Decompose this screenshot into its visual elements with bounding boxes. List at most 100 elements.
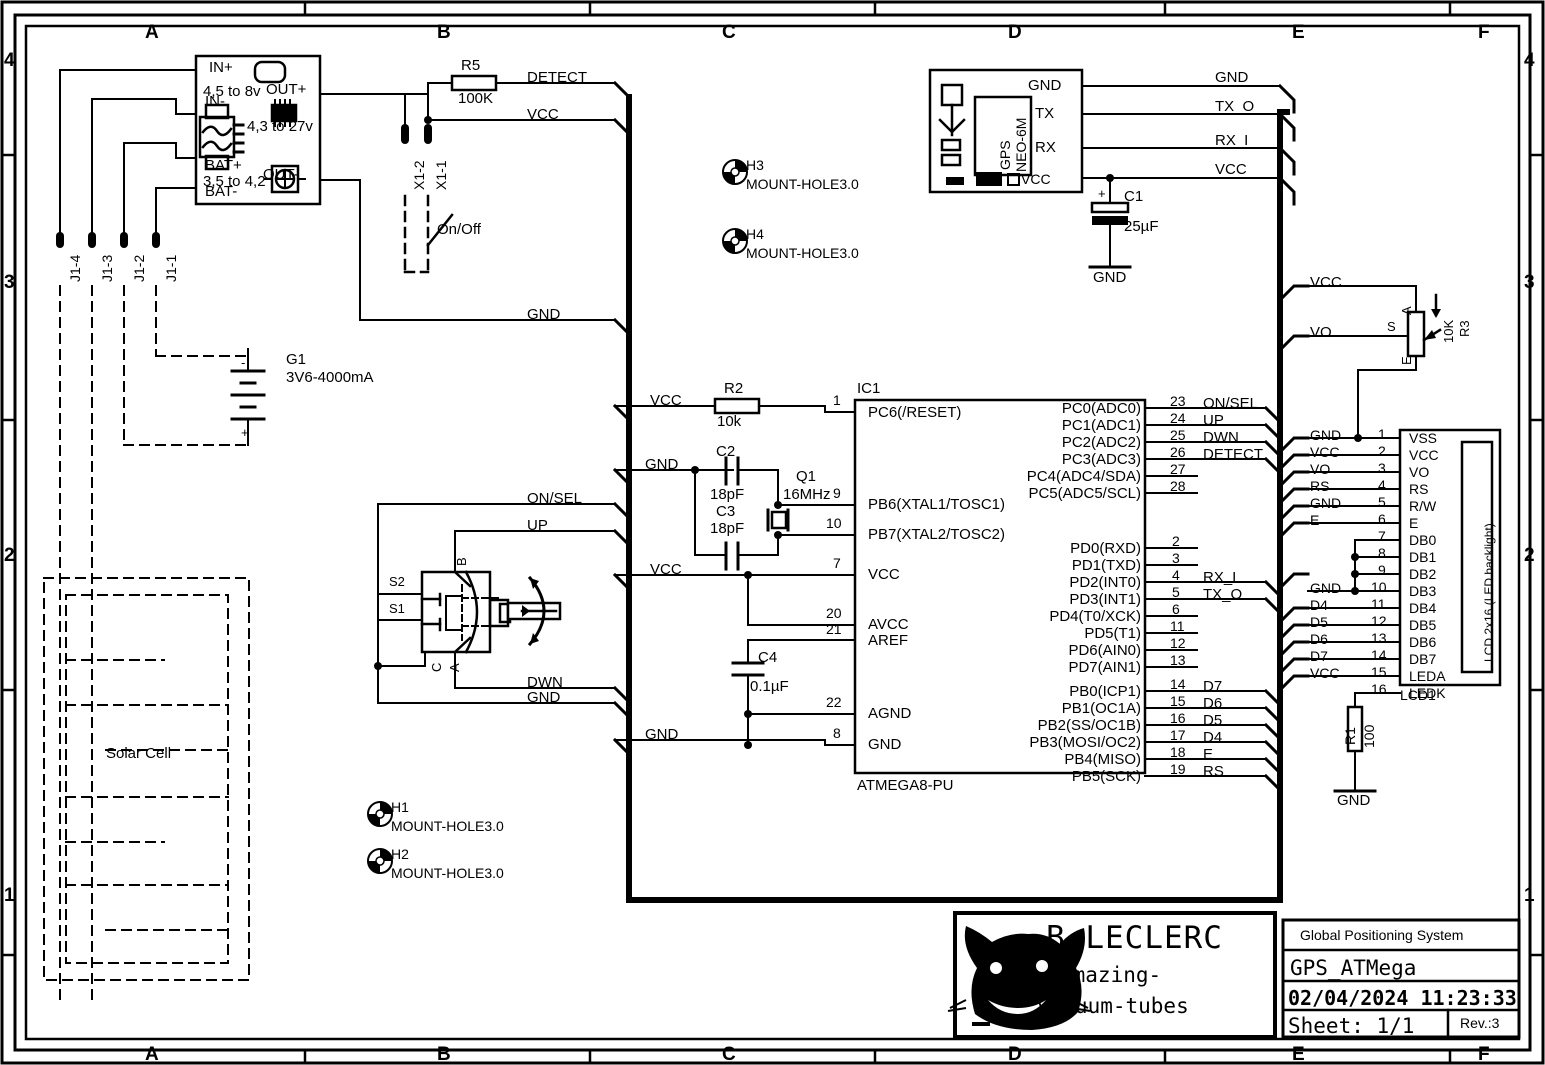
gps-name-line2: NEO-6M: [1013, 117, 1029, 172]
lcd-pin-name-db5: DB5: [1409, 617, 1437, 633]
net-label-gnd-ic: GND: [645, 726, 679, 743]
net-label-vo-pot: VO: [1310, 324, 1332, 341]
lcd-net-15: VCC: [1310, 665, 1340, 681]
lcd-net-12: D5: [1310, 614, 1328, 630]
capacitor-c1-polarity: +: [1098, 186, 1106, 201]
frame-row-4-right: 4: [1524, 50, 1535, 71]
lcd-net-2: VCC: [1310, 444, 1340, 460]
ic1-pin-name-gnd: GND: [868, 736, 902, 753]
net-label-rx-i-gps: RX_I: [1215, 132, 1249, 149]
crystal-q1-ref: Q1: [796, 468, 817, 485]
resistor-r5-value: 100K: [458, 90, 494, 107]
pot-terminal-a: A: [1399, 306, 1414, 315]
power-pin-in-plus: IN+: [209, 59, 233, 76]
ic1-net-up: UP: [1203, 412, 1224, 429]
ic1-pin-num-22: 22: [826, 694, 842, 710]
net-label-detect: DETECT: [527, 69, 587, 86]
ic1-net-detect: DETECT: [1203, 446, 1263, 463]
ic1-pin-num-11: 11: [1170, 618, 1185, 634]
pot-r3-ref: R3: [1457, 320, 1472, 337]
ic1-pin-num-12: 12: [1170, 635, 1186, 651]
ic1-pin-num-20: 20: [826, 605, 842, 621]
ic1-pin-name-pc6: PC6(/RESET): [868, 404, 962, 421]
net-label-up: UP: [527, 517, 548, 534]
power-pin-in-minus: IN-: [205, 93, 225, 110]
ic1-pin-name-pb0: PB0(ICP1): [1069, 683, 1141, 700]
lcd-pin-num-15: 15: [1371, 664, 1387, 680]
ic1-pin-name-pb2: PB2(SS/OC1B): [1037, 717, 1141, 734]
connector-j1-3: J1-3: [99, 254, 115, 282]
frame-col-a-bottom: A: [145, 1044, 159, 1065]
lcd-pin-num-6: 6: [1378, 511, 1386, 527]
frame-row-4-left: 4: [4, 50, 15, 71]
pot-terminal-e: E: [1399, 356, 1414, 365]
title-project: GPS_ATMega: [1290, 956, 1417, 980]
gps-pin-vcc: VCC: [1021, 171, 1051, 187]
capacitor-c2-ref: C2: [716, 443, 736, 460]
frame-row-1-right: 1: [1524, 885, 1535, 906]
ic1-pin-name-pb1: PB1(OC1A): [1061, 700, 1141, 717]
lcd-pin-num-5: 5: [1378, 494, 1386, 510]
title-revision: Rev.:3: [1460, 1015, 1500, 1031]
lcd-pin-name-vo: VO: [1409, 464, 1430, 480]
lcd-pin-name-rs: RS: [1409, 481, 1429, 497]
ic1-net-dwn: DWN: [1203, 429, 1239, 446]
ic1-pin-num-27: 27: [1170, 461, 1186, 477]
capacitor-c1-ref: C1: [1124, 188, 1144, 205]
frame-row-3-right: 3: [1524, 272, 1535, 293]
frame-row-2-right: 2: [1524, 545, 1535, 566]
lcd-pin-num-2: 2: [1378, 443, 1386, 459]
resistor-r2-ref: R2: [724, 380, 744, 397]
frame-row-3-left: 3: [4, 272, 15, 293]
frame-col-f-top: F: [1478, 22, 1490, 43]
frame-col-a-top: A: [145, 22, 159, 43]
ic1-pin-name-pd6: PD6(AIN0): [1068, 642, 1141, 659]
ic1-pin-name-pd0: PD0(RXD): [1070, 540, 1141, 557]
ic1-net-tx-o: TX_O: [1203, 586, 1243, 603]
encoder-terminal-c: C: [429, 662, 444, 672]
gps-name-line1: GPS: [997, 140, 1013, 170]
ic1-pin-name-pb5: PB5(SCK): [1071, 768, 1141, 785]
ic1-pin-name-pc1: PC1(ADC1): [1061, 417, 1141, 434]
ic1-pin-name-pb7: PB7(XTAL2/TOSC2): [868, 526, 1005, 543]
lcd-pin-name-vss: VSS: [1409, 430, 1438, 446]
ic1-pin-num-15: 15: [1170, 693, 1186, 709]
lcd-caption: LCD 2x16 (LED backlight): [1482, 523, 1496, 662]
ic1-pin-name-pd4: PD4(T0/XCK): [1049, 608, 1141, 625]
lcd-pin-num-7: 7: [1378, 528, 1386, 544]
ic1-pin-num-5: 5: [1172, 584, 1180, 600]
encoder-terminal-a: A: [447, 663, 462, 672]
net-label-gnd-r1: GND: [1337, 792, 1371, 809]
lcd-pin-num-10: 10: [1371, 579, 1387, 595]
ic1-pin-num-8: 8: [833, 725, 841, 741]
frame-col-c-bottom: C: [722, 1044, 736, 1065]
ic1-pin-name-pd1: PD1(TXD): [1071, 557, 1141, 574]
ic1-device: ATMEGA8-PU: [857, 777, 954, 794]
connector-j1-1: J1-1: [163, 254, 179, 282]
frame-col-b-top: B: [437, 22, 451, 43]
lcd-net-5: GND: [1310, 495, 1342, 511]
ic1-pin-num-24: 24: [1170, 410, 1186, 426]
power-pin-out-minus: OUT-: [263, 166, 299, 183]
mount-hole-h2-ref: H2: [391, 846, 409, 862]
ic1-pin-num-18: 18: [1170, 744, 1186, 760]
resistor-r1-ref: R1: [1342, 727, 1358, 745]
lcd-pin-name-rw: R/W: [1409, 498, 1437, 514]
lcd-pin-name-e: E: [1409, 515, 1419, 531]
pot-r3-value: 10K: [1441, 319, 1456, 343]
lcd-pin-num-8: 8: [1378, 545, 1386, 561]
solar-cell-label: Solar Cell: [106, 745, 172, 762]
ic1-pin-name-pc2: PC2(ADC2): [1061, 434, 1141, 451]
net-label-tx-o-gps: TX_O: [1215, 98, 1255, 115]
net-label-gnd-2: GND: [527, 689, 561, 706]
power-range-out: 4,3 to 27v: [247, 118, 313, 135]
mount-hole-h3-value: MOUNT-HOLE3.0: [746, 176, 859, 192]
net-label-vcc-gps: VCC: [1215, 161, 1247, 178]
resistor-r2-value: 10k: [717, 413, 742, 430]
ic1-pin-num-10: 10: [826, 515, 842, 531]
lcd-pin-num-14: 14: [1371, 647, 1387, 663]
ic1-pin-name-pb6: PB6(XTAL1/TOSC1): [868, 496, 1005, 513]
lcd-pin-name-db3: DB3: [1409, 583, 1437, 599]
lcd-net-3: VO: [1310, 461, 1331, 477]
lcd-ref: LCD1: [1400, 687, 1436, 703]
